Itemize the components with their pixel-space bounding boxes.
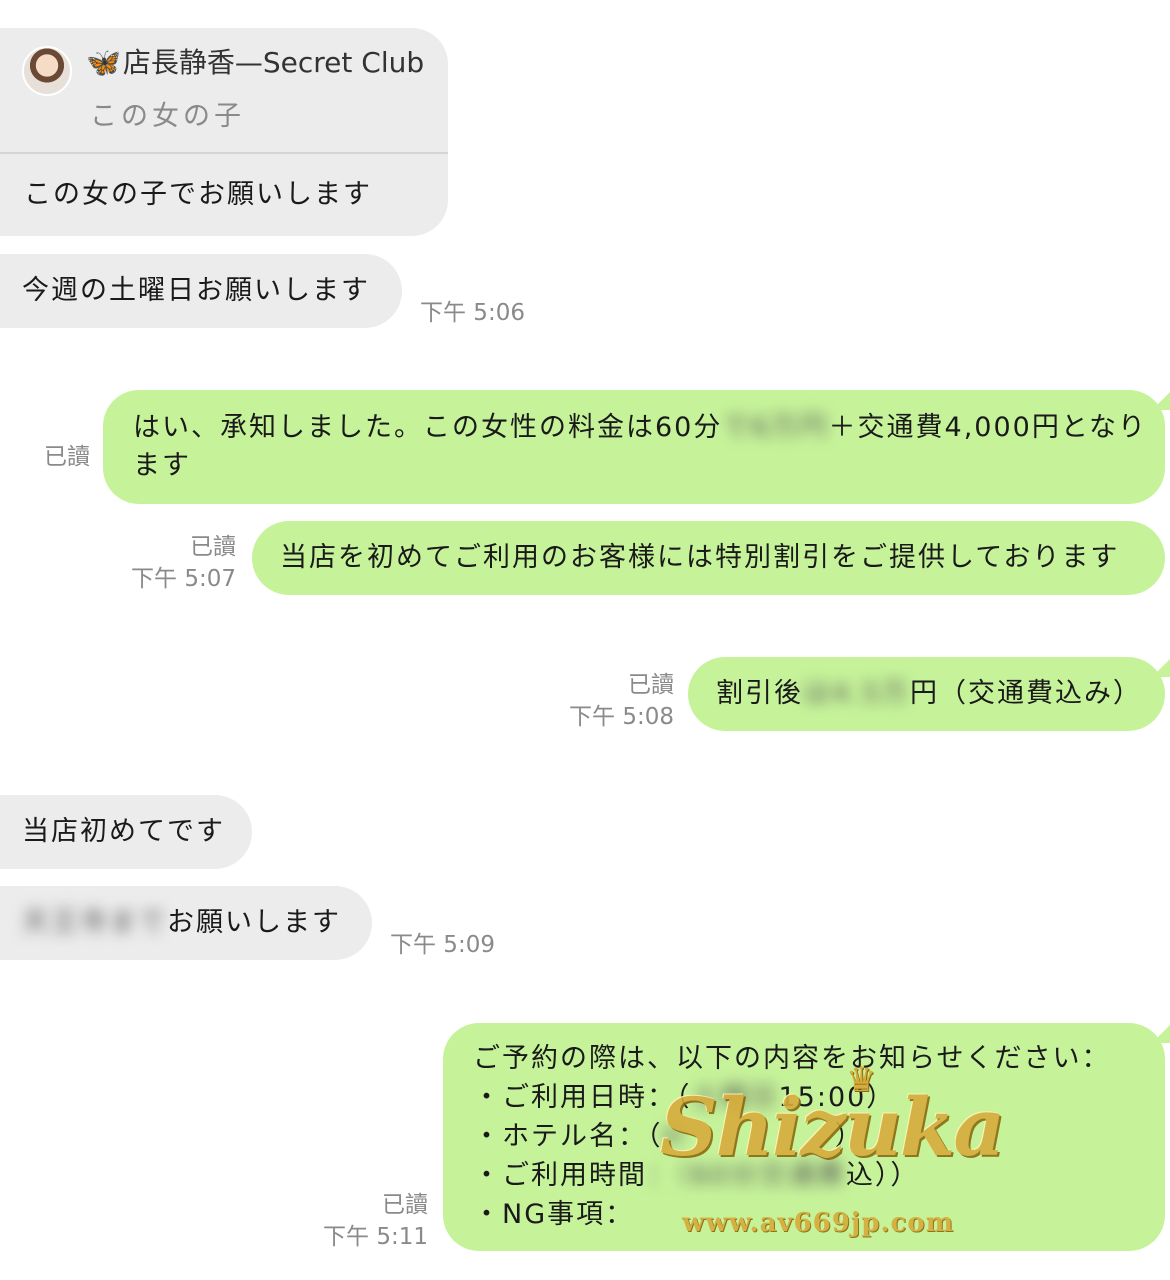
message-text: ・ホテル名：（	[473, 1121, 663, 1152]
message-bubble-incoming[interactable]: 当店初めてです	[0, 795, 252, 869]
message-text: 当店初めてです	[22, 816, 225, 847]
read-status: 已讀	[382, 1192, 428, 1218]
message-time: 下午 5:11	[323, 1224, 428, 1250]
card-sender-name: 🦋店長静香—Secret Club	[86, 44, 424, 82]
avatar[interactable]	[22, 46, 72, 96]
message-time: 下午 5:08	[569, 704, 674, 730]
message-text: ＋交通費4,000円となり	[828, 412, 1148, 443]
message-text-line: ・ご利用時間：（60分交通費込））	[473, 1156, 1165, 1195]
message-text: 円（交通費込み）	[909, 678, 1142, 709]
redacted-text: 土曜日	[691, 1082, 779, 1113]
bubble-tail	[1152, 1025, 1170, 1043]
redacted-text: H	[662, 1121, 685, 1152]
card-header: 🦋店長静香—Secret Club この女の子	[0, 28, 448, 154]
card-sender-name-text: 店長静香—Secret Club	[122, 46, 425, 79]
message-text-line: はい、承知しました。この女性の料金は60分で6万円＋交通費4,000円となり	[133, 409, 1165, 447]
message-text: ）	[834, 1121, 864, 1152]
message-time: 下午 5:09	[390, 932, 495, 958]
message-text: ・ご利用日時：（	[473, 1082, 692, 1113]
message-text: お願いします	[167, 907, 341, 938]
message-text-line: ・ご利用日時：（土曜日15:00）	[473, 1078, 1165, 1117]
message-time: 下午 5:07	[131, 566, 236, 592]
read-status: 已讀	[44, 444, 90, 470]
redacted-text: ：（60分交通費	[647, 1160, 846, 1191]
message-bubble-incoming[interactable]: 今週の土曜日お願いします	[0, 254, 402, 328]
message-time: 下午 5:06	[420, 300, 525, 326]
message-text: 割引後	[716, 678, 803, 709]
message-bubble-outgoing[interactable]: 割引後は4.5万円（交通費込み）	[688, 657, 1165, 731]
butterfly-icon: 🦋	[86, 46, 121, 79]
message-text: ます	[133, 450, 191, 481]
card-message: この女の子でお願いします	[24, 179, 372, 210]
message-text: ご予約の際は、以下の内容をお知らせください：	[473, 1043, 1111, 1074]
message-bubble-outgoing[interactable]: はい、承知しました。この女性の料金は60分で6万円＋交通費4,000円となり ま…	[103, 390, 1165, 504]
contact-card-bubble[interactable]: 🦋店長静香—Secret Club この女の子 この女の子でお願いします	[0, 28, 448, 236]
message-bubble-outgoing[interactable]: ご予約の際は、以下の内容をお知らせください： ・ご利用日時：（土曜日15:00）…	[443, 1023, 1165, 1251]
bubble-tail	[1152, 392, 1170, 410]
bubble-tail	[1152, 659, 1170, 677]
read-status: 已讀	[628, 672, 674, 698]
redacted-text: で6万円	[722, 412, 829, 443]
message-text-line: ・ホテル名：（H ）	[473, 1117, 1165, 1156]
message-text: はい、承知しました。この女性の料金は60分	[133, 412, 723, 443]
message-bubble-outgoing[interactable]: 当店を初めてご利用のお客様には特別割引をご提供しております	[252, 521, 1165, 595]
message-text: 当店を初めてご利用のお客様には特別割引をご提供しております	[280, 542, 1120, 573]
read-status: 已讀	[190, 534, 236, 560]
message-text: ・NG事項：	[473, 1199, 635, 1230]
message-text: 込））	[845, 1160, 920, 1191]
message-text: ・ご利用時間	[473, 1160, 647, 1191]
redacted-text: 天王寺まで	[22, 907, 167, 938]
card-subtitle: この女の子	[90, 101, 245, 132]
message-text: 今週の土曜日お願いします	[22, 275, 370, 306]
redacted-text: は4.5万	[803, 678, 910, 709]
message-bubble-incoming[interactable]: 天王寺までお願いします	[0, 886, 372, 960]
message-text: 15:00）	[778, 1082, 896, 1113]
